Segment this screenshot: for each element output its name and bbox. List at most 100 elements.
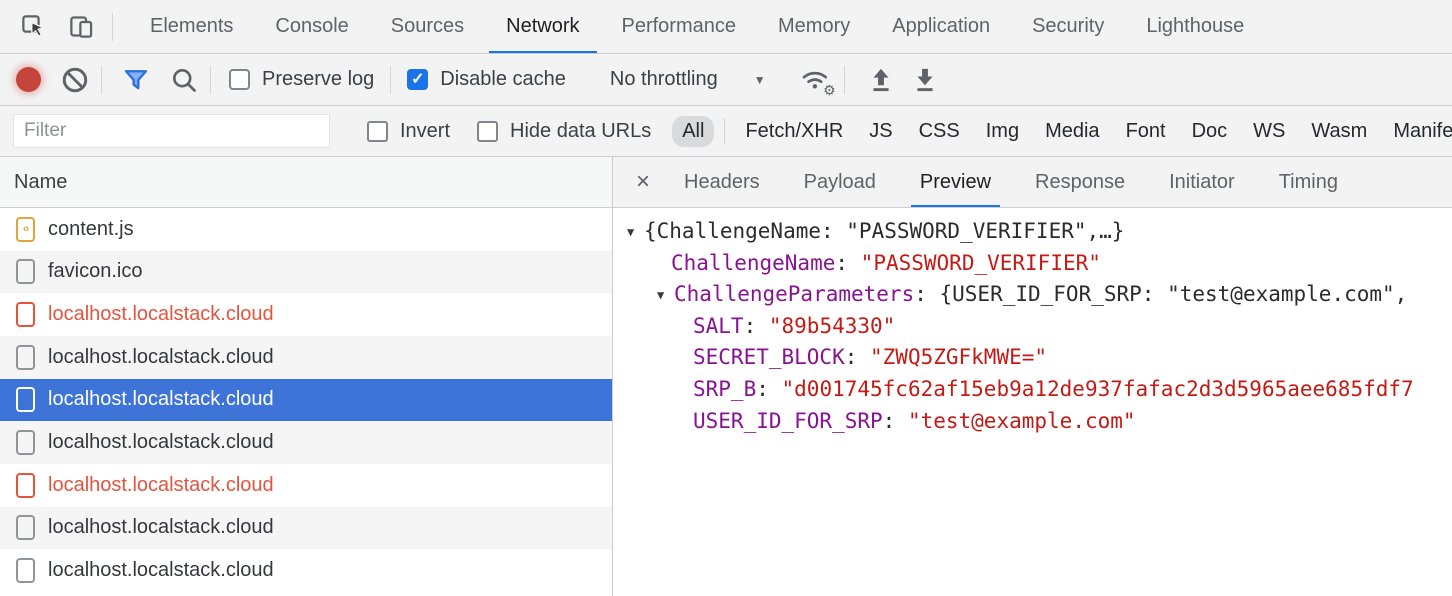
import-har-button[interactable]	[867, 66, 895, 94]
json-plain-token: :	[883, 409, 908, 433]
tab-sources[interactable]: Sources	[370, 0, 485, 53]
detail-tabs: Headers Payload Preview Response Initiator Ti…	[662, 157, 1360, 207]
device-toolbar-button[interactable]	[66, 12, 96, 42]
json-key-token: SALT	[693, 314, 744, 338]
request-name: localhost.localstack.cloud	[48, 346, 274, 369]
device-toolbar-icon	[68, 13, 95, 40]
type-filter-wasm[interactable]: Wasm	[1301, 116, 1377, 147]
tab-console[interactable]: Console	[254, 0, 369, 53]
document-icon	[16, 558, 35, 583]
preview-tree-line[interactable]: ▼{ChallengeName: "PASSWORD_VERIFIER",…}	[613, 216, 1452, 248]
script-icon: ‹›	[16, 217, 35, 242]
json-key-token: SECRET_BLOCK	[693, 345, 845, 369]
tab-memory[interactable]: Memory	[757, 0, 871, 53]
preview-tree-line[interactable]: SALT: "89b54330"	[613, 311, 1452, 343]
main-tab-bar: ElementsConsoleSourcesNetworkPerformance…	[0, 0, 1452, 54]
divider	[390, 66, 391, 94]
hide-data-urls-checkbox[interactable]: Hide data URLs	[477, 120, 651, 143]
record-network-log-button[interactable]	[16, 67, 41, 92]
network-request-row[interactable]: localhost.localstack.cloud	[0, 549, 612, 592]
preview-tree-line[interactable]: SECRET_BLOCK: "ZWQ5ZGFkMWE="	[613, 342, 1452, 374]
network-request-row[interactable]: favicon.ico	[0, 251, 612, 294]
json-key-token: ChallengeName	[671, 251, 835, 275]
detail-tab-timing[interactable]: Timing	[1279, 157, 1338, 207]
type-filter-manifest[interactable]: Manifest	[1383, 116, 1452, 147]
invert-checkbox[interactable]: Invert	[367, 120, 450, 143]
preserve-log-checkbox[interactable]: Preserve log	[229, 68, 374, 91]
type-filter-img[interactable]: Img	[976, 116, 1029, 147]
detail-tab-payload[interactable]: Payload	[804, 157, 876, 207]
request-name: localhost.localstack.cloud	[48, 388, 274, 411]
clear-network-log-button[interactable]	[61, 66, 89, 94]
type-filter-js[interactable]: JS	[859, 116, 902, 147]
json-string-token: "test@example.com"	[908, 409, 1136, 433]
preview-tree-line[interactable]: SRP_B: "d001745fc62af15eb9a12de937fafac2…	[613, 374, 1452, 406]
json-plain-token: :	[845, 345, 870, 369]
detail-tab-response[interactable]: Response	[1035, 157, 1125, 207]
detail-tab-initiator[interactable]: Initiator	[1169, 157, 1235, 207]
main-tabs: ElementsConsoleSourcesNetworkPerformance…	[129, 0, 1265, 53]
tab-application[interactable]: Application	[871, 0, 1011, 53]
network-request-row[interactable]: localhost.localstack.cloud	[0, 421, 612, 464]
json-plain-token: :	[835, 251, 860, 275]
hide-data-urls-label: Hide data URLs	[510, 120, 651, 143]
json-plain-token: :	[744, 314, 769, 338]
document-icon	[16, 430, 35, 455]
filter-input[interactable]	[13, 114, 330, 148]
type-filter-ws[interactable]: WS	[1243, 116, 1295, 147]
filter-toggle-button[interactable]	[122, 66, 150, 94]
network-request-row[interactable]: localhost.localstack.cloud	[0, 464, 612, 507]
json-string-token: "d001745fc62af15eb9a12de937fafac2d3d5965…	[782, 377, 1414, 401]
search-button[interactable]	[170, 66, 198, 94]
gear-icon: ⚙	[823, 83, 836, 97]
request-rows: ‹›content.js favicon.ico localhost.localst…	[0, 208, 612, 596]
tab-bar-icons	[0, 12, 129, 42]
type-filter-font[interactable]: Font	[1116, 116, 1176, 147]
disable-cache-checkbox[interactable]: ✓ Disable cache	[407, 68, 566, 91]
network-request-row[interactable]: ‹›content.js	[0, 208, 612, 251]
type-filter-doc[interactable]: Doc	[1182, 116, 1238, 147]
expander-triangle-icon[interactable]: ▼	[627, 217, 644, 249]
tab-security[interactable]: Security	[1011, 0, 1125, 53]
clear-icon	[61, 66, 89, 94]
detail-tab-headers[interactable]: Headers	[684, 157, 760, 207]
type-filter-media[interactable]: Media	[1035, 116, 1109, 147]
request-list-panel: Name ‹›content.js favicon.ico localhost.lo…	[0, 157, 613, 596]
tab-elements[interactable]: Elements	[129, 0, 254, 53]
checkbox-unchecked-icon	[367, 121, 388, 142]
preserve-log-label: Preserve log	[262, 68, 374, 91]
document-icon	[16, 387, 35, 412]
json-key-token: USER_ID_FOR_SRP	[693, 409, 883, 433]
expander-triangle-icon[interactable]: ▼	[657, 280, 674, 312]
network-request-row[interactable]: localhost.localstack.cloud	[0, 336, 612, 379]
close-detail-button[interactable]: ×	[636, 157, 650, 207]
network-request-row[interactable]: localhost.localstack.cloud	[0, 379, 612, 422]
request-name: localhost.localstack.cloud	[48, 559, 274, 582]
type-filter-css[interactable]: CSS	[909, 116, 970, 147]
preview-tree-line[interactable]: ▼ChallengeParameters: {USER_ID_FOR_SRP: …	[613, 279, 1452, 311]
network-request-row[interactable]: localhost.localstack.cloud	[0, 293, 612, 336]
checkbox-checked-icon: ✓	[407, 69, 428, 90]
tab-lighthouse[interactable]: Lighthouse	[1125, 0, 1265, 53]
document-icon	[16, 345, 35, 370]
network-conditions-button[interactable]: ⚙	[800, 66, 832, 94]
preview-tree-line[interactable]: USER_ID_FOR_SRP: "test@example.com"	[613, 406, 1452, 438]
invert-label: Invert	[400, 120, 450, 143]
network-request-row[interactable]: localhost.localstack.cloud	[0, 507, 612, 550]
tab-performance[interactable]: Performance	[601, 0, 758, 53]
tab-network[interactable]: Network	[485, 0, 600, 53]
inspect-element-button[interactable]	[18, 12, 48, 42]
column-header-name[interactable]: Name	[0, 157, 612, 208]
preview-tree-line[interactable]: ChallengeName: "PASSWORD_VERIFIER"	[613, 248, 1452, 280]
network-content: Name ‹›content.js favicon.ico localhost.lo…	[0, 157, 1452, 596]
type-filter-fetch-xhr[interactable]: Fetch/XHR	[735, 116, 853, 147]
detail-tab-preview[interactable]: Preview	[920, 157, 991, 207]
request-name: favicon.ico	[48, 260, 143, 283]
throttling-select[interactable]: No throttling ▼	[610, 68, 766, 91]
type-filter-all[interactable]: All	[672, 116, 714, 147]
json-plain-token: {ChallengeName: "PASSWORD_VERIFIER",…}	[644, 219, 1124, 243]
preview-pane: ▼{ChallengeName: "PASSWORD_VERIFIER",…}C…	[613, 208, 1452, 596]
export-har-button[interactable]	[911, 66, 939, 94]
record-icon	[16, 67, 41, 92]
devtools-window: ElementsConsoleSourcesNetworkPerformance…	[0, 0, 1452, 596]
